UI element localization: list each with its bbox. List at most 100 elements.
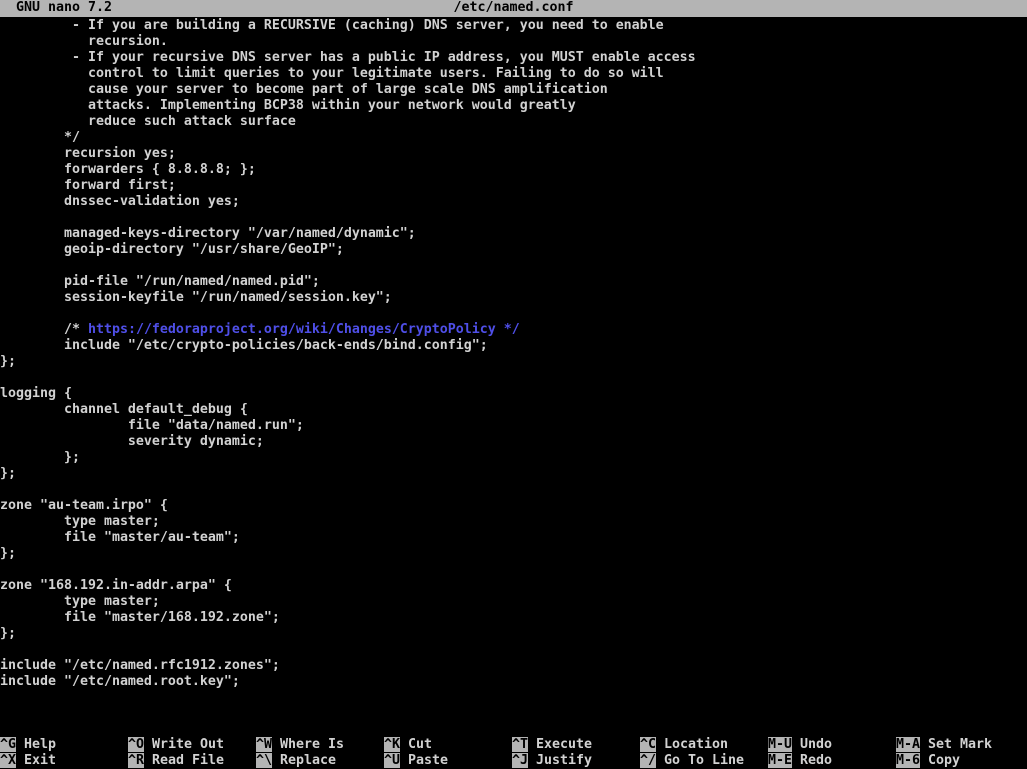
shortcut-paste[interactable]: ^U Paste xyxy=(384,753,512,769)
editor-line[interactable]: geoip-directory "/usr/share/GeoIP"; xyxy=(0,242,1027,258)
shortcut-key-badge: ^O xyxy=(128,737,144,752)
code-text: include "/etc/named.rfc1912.zones"; xyxy=(0,658,280,673)
shortcut-redo[interactable]: M-E Redo xyxy=(768,753,896,769)
code-text: /* xyxy=(0,322,88,337)
shortcut-exit[interactable]: ^X Exit xyxy=(0,753,128,769)
editor-line[interactable]: zone "168.192.in-addr.arpa" { xyxy=(0,578,1027,594)
editor-line[interactable]: managed-keys-directory "/var/named/dynam… xyxy=(0,226,1027,242)
code-text: file "master/168.192.zone"; xyxy=(0,610,280,625)
code-text: }; xyxy=(0,450,80,465)
code-text: session-keyfile "/run/named/session.key"… xyxy=(0,290,392,305)
code-text: forwarders { 8.8.8.8; }; xyxy=(0,162,256,177)
editor-content[interactable]: - If you are building a RECURSIVE (cachi… xyxy=(0,18,1027,690)
code-text: severity dynamic; xyxy=(0,434,264,449)
editor-line[interactable]: include "/etc/crypto-policies/back-ends/… xyxy=(0,338,1027,354)
code-text: }; xyxy=(0,466,16,481)
code-text: geoip-directory "/usr/share/GeoIP"; xyxy=(0,242,344,257)
editor-line[interactable]: type master; xyxy=(0,514,1027,530)
shortcut-justify[interactable]: ^J Justify xyxy=(512,753,640,769)
editor-line[interactable]: }; xyxy=(0,466,1027,482)
code-text: channel default_debug { xyxy=(0,402,248,417)
shortcut-read-file[interactable]: ^R Read File xyxy=(128,753,256,769)
editor-line[interactable]: }; xyxy=(0,354,1027,370)
editor-line[interactable]: control to limit queries to your legitim… xyxy=(0,66,1027,82)
shortcut-key-badge: M-E xyxy=(768,753,792,768)
shortcut-key-badge: ^G xyxy=(0,737,16,752)
shortcut-write-out[interactable]: ^O Write Out xyxy=(128,737,256,753)
editor-line[interactable]: - If you are building a RECURSIVE (cachi… xyxy=(0,18,1027,34)
editor-line[interactable] xyxy=(0,482,1027,498)
shortcut-replace[interactable]: ^\ Replace xyxy=(256,753,384,769)
editor-line[interactable]: channel default_debug { xyxy=(0,402,1027,418)
code-text: attacks. Implementing BCP38 within your … xyxy=(0,98,576,113)
code-text: cause your server to become part of larg… xyxy=(0,82,608,97)
editor-line[interactable]: type master; xyxy=(0,594,1027,610)
shortcut-where-is[interactable]: ^W Where Is xyxy=(256,737,384,753)
code-text: pid-file "/run/named/named.pid"; xyxy=(0,274,320,289)
editor-line[interactable]: forwarders { 8.8.8.8; }; xyxy=(0,162,1027,178)
code-text: include "/etc/crypto-policies/back-ends/… xyxy=(0,338,488,353)
shortcut-set-mark[interactable]: M-A Set Mark xyxy=(896,737,1024,753)
shortcut-label: Replace xyxy=(272,753,336,768)
code-text: recursion. xyxy=(0,34,168,49)
editor-line[interactable]: dnssec-validation yes; xyxy=(0,194,1027,210)
editor-line[interactable]: forward first; xyxy=(0,178,1027,194)
code-text: }; xyxy=(0,626,16,641)
editor-line[interactable]: severity dynamic; xyxy=(0,434,1027,450)
editor-line[interactable] xyxy=(0,258,1027,274)
editor-line[interactable] xyxy=(0,642,1027,658)
editor-line[interactable]: pid-file "/run/named/named.pid"; xyxy=(0,274,1027,290)
editor-line[interactable]: recursion. xyxy=(0,34,1027,50)
code-text: include "/etc/named.root.key"; xyxy=(0,674,240,689)
shortcut-key-badge: ^K xyxy=(384,737,400,752)
editor-line[interactable]: include "/etc/named.root.key"; xyxy=(0,674,1027,690)
editor-line[interactable]: attacks. Implementing BCP38 within your … xyxy=(0,98,1027,114)
editor-line[interactable]: */ xyxy=(0,130,1027,146)
shortcut-key-badge: ^U xyxy=(384,753,400,768)
editor-line[interactable]: zone "au-team.irpo" { xyxy=(0,498,1027,514)
url-text: https://fedoraproject.org/wiki/Changes/C… xyxy=(88,322,496,337)
editor-line[interactable]: }; xyxy=(0,626,1027,642)
shortcut-help[interactable]: ^G Help xyxy=(0,737,128,753)
editor-line[interactable]: /* https://fedoraproject.org/wiki/Change… xyxy=(0,322,1027,338)
code-text: forward first; xyxy=(0,178,176,193)
shortcut-undo[interactable]: M-U Undo xyxy=(768,737,896,753)
editor-line[interactable] xyxy=(0,562,1027,578)
editor-line[interactable]: session-keyfile "/run/named/session.key"… xyxy=(0,290,1027,306)
shortcut-key-badge: ^R xyxy=(128,753,144,768)
editor-line[interactable]: include "/etc/named.rfc1912.zones"; xyxy=(0,658,1027,674)
shortcut-execute[interactable]: ^T Execute xyxy=(512,737,640,753)
editor-line[interactable]: file "master/168.192.zone"; xyxy=(0,610,1027,626)
editor-line[interactable]: }; xyxy=(0,546,1027,562)
editor-line[interactable] xyxy=(0,306,1027,322)
editor-line[interactable]: file "data/named.run"; xyxy=(0,418,1027,434)
editor-line[interactable]: file "master/au-team"; xyxy=(0,530,1027,546)
shortcut-label: Read File xyxy=(144,753,224,768)
shortcut-key-badge: M-A xyxy=(896,737,920,752)
editor-line[interactable]: - If your recursive DNS server has a pub… xyxy=(0,50,1027,66)
shortcut-key-badge: ^X xyxy=(0,753,16,768)
editor-line[interactable] xyxy=(0,370,1027,386)
editor-line[interactable]: cause your server to become part of larg… xyxy=(0,82,1027,98)
code-text: recursion yes; xyxy=(0,146,176,161)
url-text: */ xyxy=(496,322,520,337)
code-text: - If your recursive DNS server has a pub… xyxy=(0,50,696,65)
editor-line[interactable] xyxy=(0,210,1027,226)
shortcut-label: Copy xyxy=(920,753,960,768)
shortcut-label: Write Out xyxy=(144,737,224,752)
code-text: type master; xyxy=(0,594,160,609)
editor-line[interactable]: logging { xyxy=(0,386,1027,402)
shortcut-label: Execute xyxy=(528,737,592,752)
editor-line[interactable]: reduce such attack surface xyxy=(0,114,1027,130)
editor-line[interactable]: recursion yes; xyxy=(0,146,1027,162)
shortcut-key-badge: ^W xyxy=(256,737,272,752)
shortcut-cut[interactable]: ^K Cut xyxy=(384,737,512,753)
shortcut-row: ^G Help^O Write Out^W Where Is^K Cut^T E… xyxy=(0,737,1027,753)
shortcut-key-badge: ^T xyxy=(512,737,528,752)
shortcut-go-to-line[interactable]: ^/ Go To Line xyxy=(640,753,768,769)
shortcut-label: Location xyxy=(656,737,728,752)
shortcut-location[interactable]: ^C Location xyxy=(640,737,768,753)
code-text: dnssec-validation yes; xyxy=(0,194,240,209)
editor-line[interactable]: }; xyxy=(0,450,1027,466)
shortcut-copy[interactable]: M-6 Copy xyxy=(896,753,1024,769)
